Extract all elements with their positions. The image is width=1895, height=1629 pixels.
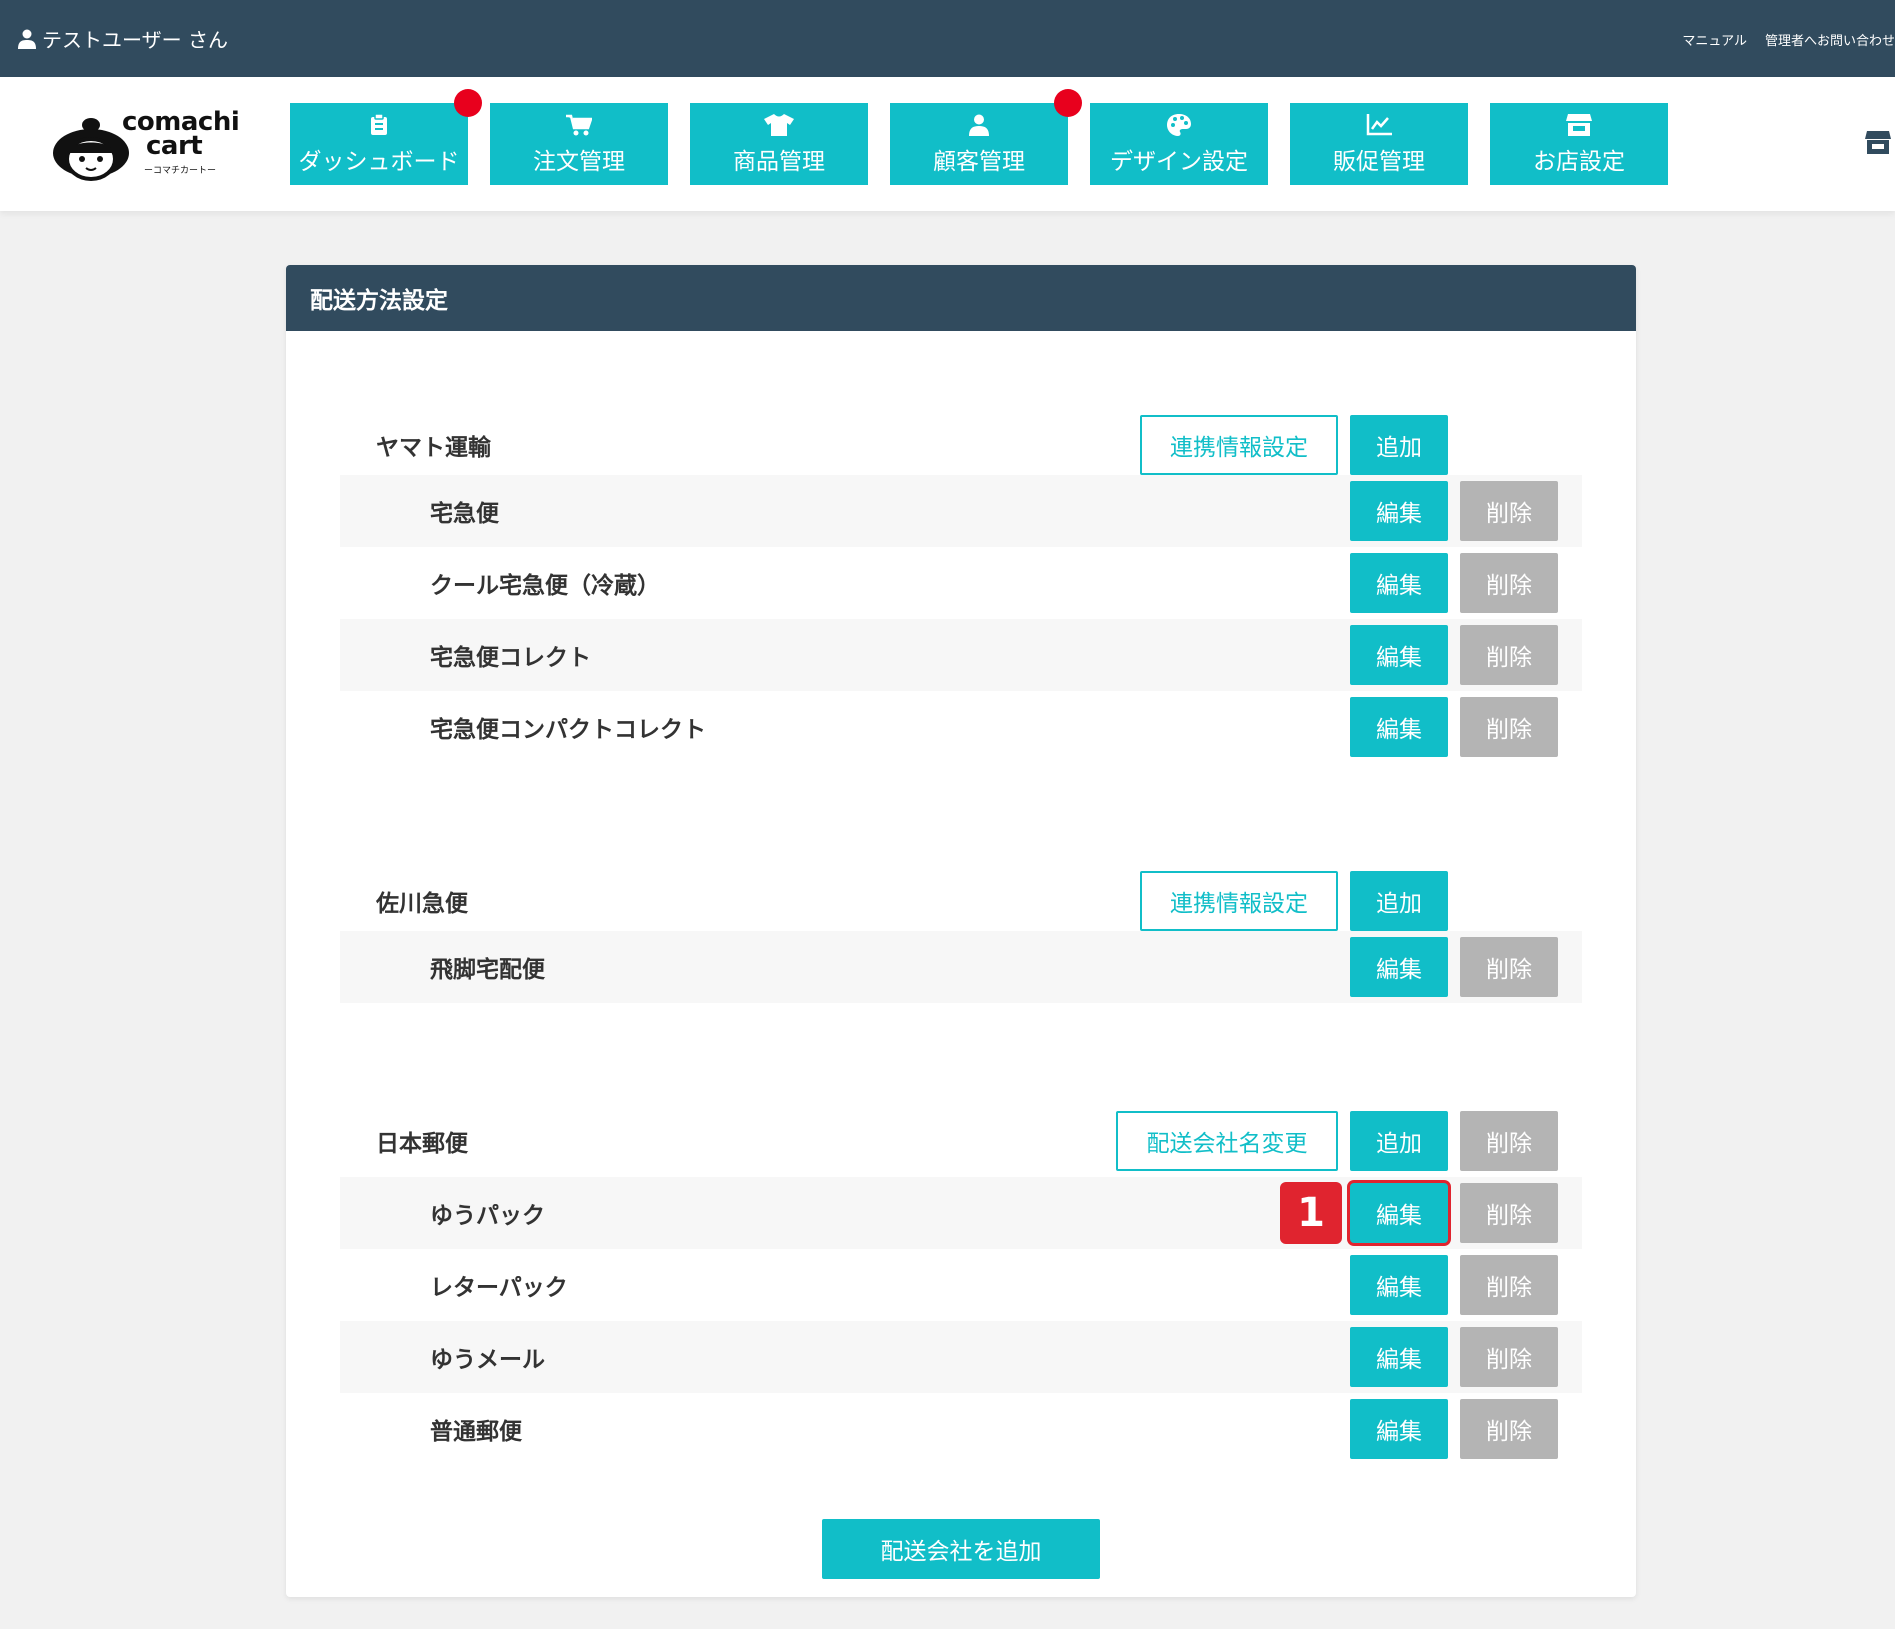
company-header: ヤマト運輸 連携情報設定 追加 (340, 415, 1582, 475)
chart-line-icon (1366, 112, 1392, 138)
edit-button[interactable]: 編集 (1350, 937, 1448, 997)
company-name: 佐川急便 (376, 891, 468, 917)
delete-button[interactable]: 削除 (1460, 1399, 1558, 1459)
notification-badge (1054, 89, 1082, 117)
delete-button[interactable]: 削除 (1460, 1255, 1558, 1315)
edit-button[interactable]: 編集 (1350, 697, 1448, 757)
top-links: マニュアル 管理者へお問い合わせ (1682, 30, 1895, 49)
service-row: ゆうパック 1 編集 削除 (340, 1177, 1582, 1249)
service-row: 宅急便コレクト 編集 削除 (340, 619, 1582, 691)
company-yamato: ヤマト運輸 連携情報設定 追加 宅急便 編集 削除 クール宅急便（冷蔵） 編集 … (340, 415, 1582, 763)
service-name: 普通郵便 (430, 1419, 522, 1445)
delete-company-button[interactable]: 削除 (1460, 1111, 1558, 1171)
clipboard-icon (370, 112, 388, 138)
nav-label: デザイン設定 (1110, 149, 1248, 175)
service-name: ゆうメール (430, 1347, 545, 1373)
nav-promotion[interactable]: 販促管理 (1290, 103, 1468, 185)
user-name: テストユーザー さん (42, 28, 228, 52)
notification-badge (454, 89, 482, 117)
company-header: 佐川急便 連携情報設定 追加 (340, 871, 1582, 931)
tshirt-icon (764, 112, 794, 138)
user-icon (18, 29, 36, 49)
nav-label: お店設定 (1533, 149, 1625, 175)
comachi-cart-logo[interactable]: comachi cart ーコマチカートー (50, 107, 240, 187)
nav-dashboard[interactable]: ダッシュボード (290, 89, 482, 185)
company-japan-post: 日本郵便 配送会社名変更 追加 削除 ゆうパック 1 編集 削除 レターパック … (340, 1111, 1582, 1465)
user-icon (969, 112, 989, 138)
service-name: 宅急便 (430, 501, 499, 527)
header: comachi cart ーコマチカートー ダッシュボード 注文管理 商品管理 … (0, 77, 1895, 211)
store-front-icon[interactable] (1865, 129, 1891, 159)
company-sagawa: 佐川急便 連携情報設定 追加 飛脚宅配便 編集 削除 (340, 871, 1582, 1003)
shipping-settings-card: 配送方法設定 ヤマト運輸 連携情報設定 追加 宅急便 編集 削除 クール宅急便（… (286, 265, 1636, 1597)
nav-label: 注文管理 (533, 149, 625, 175)
logo-text-cart: cart (146, 131, 203, 161)
add-company-button[interactable]: 配送会社を追加 (822, 1519, 1100, 1579)
service-name: 飛脚宅配便 (430, 957, 545, 983)
company-header: 日本郵便 配送会社名変更 追加 削除 (340, 1111, 1582, 1171)
edit-button[interactable]: 編集 (1350, 481, 1448, 541)
edit-button[interactable]: 編集 (1350, 1327, 1448, 1387)
add-service-button[interactable]: 追加 (1350, 871, 1448, 931)
palette-icon (1167, 112, 1191, 138)
nav-label: ダッシュボード (298, 149, 460, 175)
card-title: 配送方法設定 (286, 265, 1636, 331)
service-name: ゆうパック (430, 1203, 545, 1229)
service-name: クール宅急便（冷蔵） (430, 573, 660, 599)
service-row: 飛脚宅配便 編集 削除 (340, 931, 1582, 1003)
edit-button[interactable]: 編集 (1350, 1183, 1448, 1243)
contact-admin-link[interactable]: 管理者へお問い合わせ (1765, 30, 1895, 49)
delete-button[interactable]: 削除 (1460, 1183, 1558, 1243)
nav-design[interactable]: デザイン設定 (1090, 103, 1268, 185)
service-name: 宅急便コレクト (430, 645, 591, 671)
delete-button[interactable]: 削除 (1460, 553, 1558, 613)
cart-icon (566, 112, 592, 138)
step-marker: 1 (1280, 1182, 1342, 1244)
delete-button[interactable]: 削除 (1460, 625, 1558, 685)
service-name: 宅急便コンパクトコレクト (430, 717, 706, 743)
add-service-button[interactable]: 追加 (1350, 1111, 1448, 1171)
delete-button[interactable]: 削除 (1460, 697, 1558, 757)
service-row: 普通郵便 編集 削除 (340, 1393, 1582, 1465)
service-row: クール宅急便（冷蔵） 編集 削除 (340, 547, 1582, 619)
manual-link[interactable]: マニュアル (1682, 30, 1747, 49)
nav-label: 販促管理 (1333, 149, 1425, 175)
nav-label: 顧客管理 (933, 149, 1025, 175)
service-row: 宅急便コンパクトコレクト 編集 削除 (340, 691, 1582, 763)
nav-customers[interactable]: 顧客管理 (890, 89, 1082, 185)
service-row: レターパック 編集 削除 (340, 1249, 1582, 1321)
mascot-logo-icon (53, 118, 129, 181)
add-service-button[interactable]: 追加 (1350, 415, 1448, 475)
service-row: 宅急便 編集 削除 (340, 475, 1582, 547)
edit-button[interactable]: 編集 (1350, 1255, 1448, 1315)
edit-button[interactable]: 編集 (1350, 625, 1448, 685)
store-icon (1566, 112, 1592, 138)
link-settings-button[interactable]: 連携情報設定 (1140, 415, 1338, 475)
edit-button[interactable]: 編集 (1350, 1399, 1448, 1459)
top-bar: テストユーザー さん マニュアル 管理者へお問い合わせ (0, 0, 1895, 77)
nav-label: 商品管理 (733, 149, 825, 175)
delete-button[interactable]: 削除 (1460, 481, 1558, 541)
nav-orders[interactable]: 注文管理 (490, 103, 668, 185)
service-name: レターパック (430, 1275, 568, 1301)
edit-button[interactable]: 編集 (1350, 553, 1448, 613)
link-settings-button[interactable]: 連携情報設定 (1140, 871, 1338, 931)
service-row: ゆうメール 編集 削除 (340, 1321, 1582, 1393)
logo-subtext: ーコマチカートー (144, 166, 217, 176)
nav-products[interactable]: 商品管理 (690, 103, 868, 185)
delete-button[interactable]: 削除 (1460, 1327, 1558, 1387)
delete-button[interactable]: 削除 (1460, 937, 1558, 997)
company-name: ヤマト運輸 (376, 435, 491, 461)
nav-shop-settings[interactable]: お店設定 (1490, 103, 1668, 185)
company-name: 日本郵便 (376, 1131, 468, 1157)
rename-company-button[interactable]: 配送会社名変更 (1116, 1111, 1338, 1171)
user-info[interactable]: テストユーザー さん (18, 24, 228, 53)
